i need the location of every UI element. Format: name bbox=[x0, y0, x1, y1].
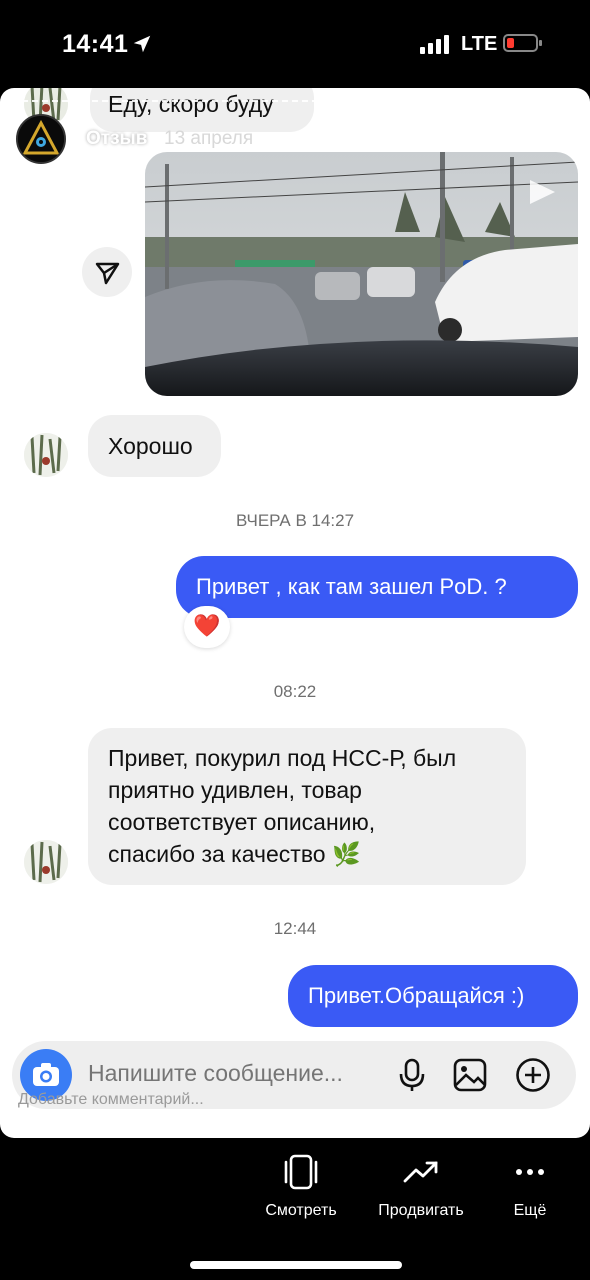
timestamp: ВЧЕРА В 14:27 bbox=[235, 511, 355, 530]
message-incoming: Еду, скоро буду bbox=[90, 88, 314, 132]
message-line: Привет, покурил под НСС-Р, был bbox=[108, 745, 457, 771]
message-text: Хорошо bbox=[108, 433, 193, 459]
plus-icon[interactable] bbox=[515, 1057, 551, 1093]
home-indicator[interactable] bbox=[190, 1261, 402, 1269]
story-date: 13 апреля bbox=[164, 128, 254, 149]
contact-avatar bbox=[24, 840, 68, 884]
network-type: LTE bbox=[461, 33, 498, 55]
comment-hint[interactable]: Добавьте комментарий... bbox=[18, 1091, 204, 1109]
send-icon bbox=[95, 262, 120, 285]
message-line: соответствует описанию, bbox=[108, 809, 376, 835]
message-line: спасибо за качество 🌿 bbox=[108, 841, 361, 867]
shared-photo[interactable] bbox=[145, 152, 578, 396]
nav-view[interactable]: Смотреть bbox=[248, 1152, 354, 1220]
nav-label: Смотреть bbox=[265, 1202, 337, 1219]
message-text: Привет.Обращайся :) bbox=[308, 983, 525, 1008]
timestamp: 08:22 bbox=[273, 682, 317, 701]
story-avatar[interactable] bbox=[16, 114, 66, 164]
message-text: Привет , как там зашел PoD. ? bbox=[196, 574, 507, 599]
message-line: приятно удивлен, товар bbox=[108, 777, 362, 803]
gallery-icon[interactable] bbox=[452, 1057, 488, 1093]
nav-promote[interactable]: Продвигать bbox=[365, 1152, 477, 1220]
share-button[interactable] bbox=[82, 247, 132, 297]
nav-label: Продвигать bbox=[378, 1202, 464, 1219]
message-incoming: Привет, покурил под НСС-Р, был приятно у… bbox=[88, 728, 526, 885]
nav-more[interactable]: Ещё bbox=[500, 1152, 560, 1220]
message-outgoing: Привет.Обращайся :) bbox=[288, 965, 578, 1027]
status-time: 14:41 bbox=[62, 30, 129, 58]
heart-icon: ❤️ bbox=[193, 613, 221, 638]
timestamp: 12:44 bbox=[273, 919, 317, 938]
message-text: Еду, скоро буду bbox=[108, 91, 274, 117]
location-arrow-icon bbox=[133, 35, 151, 53]
nav-label: Ещё bbox=[513, 1202, 547, 1219]
story-card: Еду, скоро буду Отзыв 13 апреля Хорошо В… bbox=[0, 88, 590, 1138]
view-icon bbox=[284, 1154, 318, 1190]
message-outgoing: Привет , как там зашел PoD. ? bbox=[176, 556, 578, 618]
bottom-nav: Смотреть Продвигать Ещё bbox=[0, 1138, 590, 1280]
story-username[interactable]: Отзыв bbox=[86, 128, 147, 150]
message-incoming: Хорошо bbox=[88, 415, 221, 477]
heart-reaction[interactable]: ❤️ bbox=[184, 606, 230, 648]
signal-icon bbox=[420, 35, 449, 54]
battery-low-icon bbox=[503, 34, 542, 52]
message-input[interactable] bbox=[88, 1060, 388, 1087]
status-bar: 14:41 LTE bbox=[0, 0, 590, 88]
microphone-icon[interactable] bbox=[394, 1057, 430, 1093]
story-progress-bar bbox=[12, 100, 578, 103]
trend-up-icon bbox=[403, 1161, 438, 1183]
more-icon bbox=[516, 1169, 544, 1175]
contact-avatar bbox=[24, 433, 68, 477]
